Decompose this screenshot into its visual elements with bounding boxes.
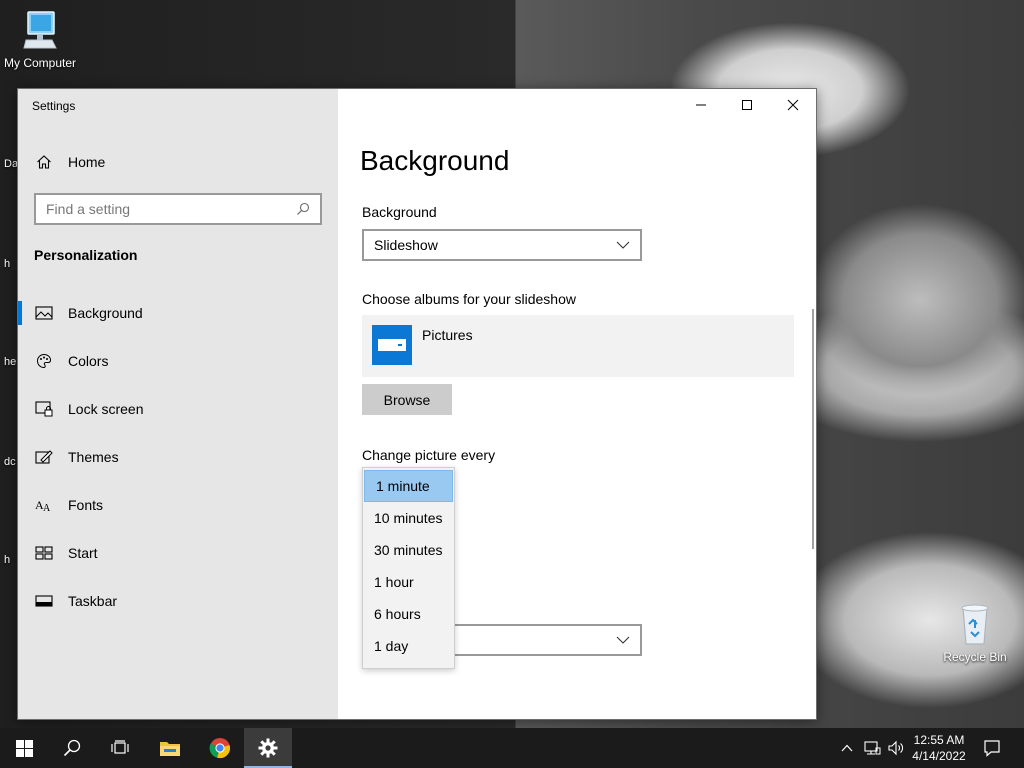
desktop-edge-text: he (4, 356, 17, 368)
sidebar-item-lock-screen[interactable]: Lock screen (18, 387, 338, 431)
start-button[interactable] (0, 728, 48, 768)
desktop-edge-text: Da (4, 158, 19, 170)
desktop-icon-my-computer[interactable]: My Computer (0, 10, 80, 70)
interval-option-10-minutes[interactable]: 10 minutes (363, 502, 454, 534)
change-picture-label: Change picture every (362, 447, 496, 463)
settings-window: Settings Home Personalization Background… (17, 88, 817, 720)
taskbar-search-button[interactable] (48, 728, 96, 768)
background-dropdown[interactable]: Slideshow (362, 229, 642, 261)
settings-taskbar-button[interactable] (244, 728, 292, 768)
minimize-icon (696, 104, 706, 106)
network-icon (864, 741, 881, 755)
network-button[interactable] (860, 728, 884, 768)
albums-label: Choose albums for your slideshow (362, 291, 576, 307)
interval-option-1-hour[interactable]: 1 hour (363, 566, 454, 598)
search-icon (63, 739, 81, 757)
notification-icon (984, 740, 1000, 757)
album-name: Pictures (422, 327, 473, 343)
maximize-icon (742, 100, 752, 110)
sidebar-item-background[interactable]: Background (18, 291, 338, 335)
start-icon (34, 543, 54, 563)
sidebar-item-label: Themes (68, 449, 119, 465)
sidebar-item-taskbar[interactable]: Taskbar (18, 579, 338, 623)
desktop-icon-label: My Computer (3, 56, 77, 70)
interval-option-1-day[interactable]: 1 day (363, 630, 454, 662)
action-center-button[interactable] (978, 728, 1006, 768)
section-title: Personalization (34, 247, 138, 263)
show-hidden-icons-button[interactable] (836, 728, 858, 768)
interval-option-30-minutes[interactable]: 30 minutes (363, 534, 454, 566)
caption-buttons (678, 89, 816, 121)
sidebar-item-start[interactable]: Start (18, 531, 338, 575)
palette-icon (34, 351, 54, 371)
desktop-edge-text: h (4, 554, 11, 566)
browse-button[interactable]: Browse (362, 384, 452, 415)
themes-icon (34, 447, 54, 467)
album-thumbnail (372, 325, 412, 365)
chrome-icon (209, 738, 230, 759)
chevron-up-icon (841, 744, 853, 752)
sidebar-item-label: Lock screen (68, 401, 144, 417)
background-dropdown-value: Slideshow (374, 237, 438, 253)
nav-home-label: Home (68, 154, 106, 170)
sidebar-item-label: Taskbar (68, 593, 118, 609)
desktop-edge-text: h (4, 258, 11, 270)
file-explorer-button[interactable] (146, 728, 194, 768)
folder-icon (378, 339, 406, 351)
window-title: Settings (32, 99, 76, 113)
windows-logo-icon (15, 739, 33, 757)
svg-text:A: A (43, 503, 51, 513)
close-icon (787, 99, 799, 111)
sidebar-item-label: Background (68, 305, 143, 321)
page-title: Background (360, 145, 510, 176)
maximize-button[interactable] (724, 89, 770, 121)
desktop-icon-label: Recycle Bin (943, 650, 1007, 664)
task-view-button[interactable] (96, 728, 144, 768)
gear-icon (258, 738, 278, 758)
folder-icon (160, 742, 180, 756)
volume-button[interactable] (884, 728, 908, 768)
chevron-down-icon (616, 241, 630, 249)
taskbar-icon (34, 591, 54, 611)
sidebar-item-colors[interactable]: Colors (18, 339, 338, 383)
sidebar-item-label: Colors (68, 353, 109, 369)
nav-home[interactable]: Home (18, 140, 338, 184)
search-icon[interactable] (296, 202, 310, 216)
desktop-icon-recycle-bin[interactable]: Recycle Bin (935, 602, 1015, 664)
taskbar: 12:55 AM 4/14/2022 (0, 728, 1024, 768)
main-content: Background Background Slideshow Choose a… (338, 89, 816, 719)
interval-option-6-hours[interactable]: 6 hours (363, 598, 454, 630)
sidebar-item-label: Start (68, 545, 98, 561)
lock-screen-icon (34, 399, 54, 419)
desktop-edge-text: dc (4, 456, 16, 468)
minimize-button[interactable] (678, 89, 724, 121)
sidebar: Settings Home Personalization Background… (18, 89, 338, 719)
search-box[interactable] (34, 193, 322, 225)
interval-dropdown-list: 1 minute 10 minutes 30 minutes 1 hour 6 … (362, 467, 455, 669)
clock-date: 4/14/2022 (912, 749, 966, 763)
close-button[interactable] (770, 89, 816, 121)
recycle-bin-icon (961, 604, 989, 645)
chevron-down-icon (616, 636, 630, 644)
sidebar-item-fonts[interactable]: AA Fonts (18, 483, 338, 527)
search-input[interactable] (46, 201, 296, 217)
chrome-button[interactable] (196, 728, 244, 768)
home-icon (34, 152, 54, 172)
sidebar-item-label: Fonts (68, 497, 104, 513)
clock[interactable]: 12:55 AM 4/14/2022 (906, 732, 972, 764)
fonts-icon: AA (34, 495, 54, 515)
scrollbar[interactable] (812, 309, 814, 549)
sidebar-item-themes[interactable]: Themes (18, 435, 338, 479)
clock-time: 12:55 AM (913, 733, 965, 747)
picture-icon (34, 303, 54, 323)
interval-option-1-minute[interactable]: 1 minute (364, 470, 453, 502)
computer-icon (23, 11, 57, 49)
speaker-icon (888, 740, 903, 756)
album-card[interactable]: Pictures (362, 315, 794, 377)
background-label: Background (362, 204, 437, 220)
task-view-icon (111, 740, 129, 754)
